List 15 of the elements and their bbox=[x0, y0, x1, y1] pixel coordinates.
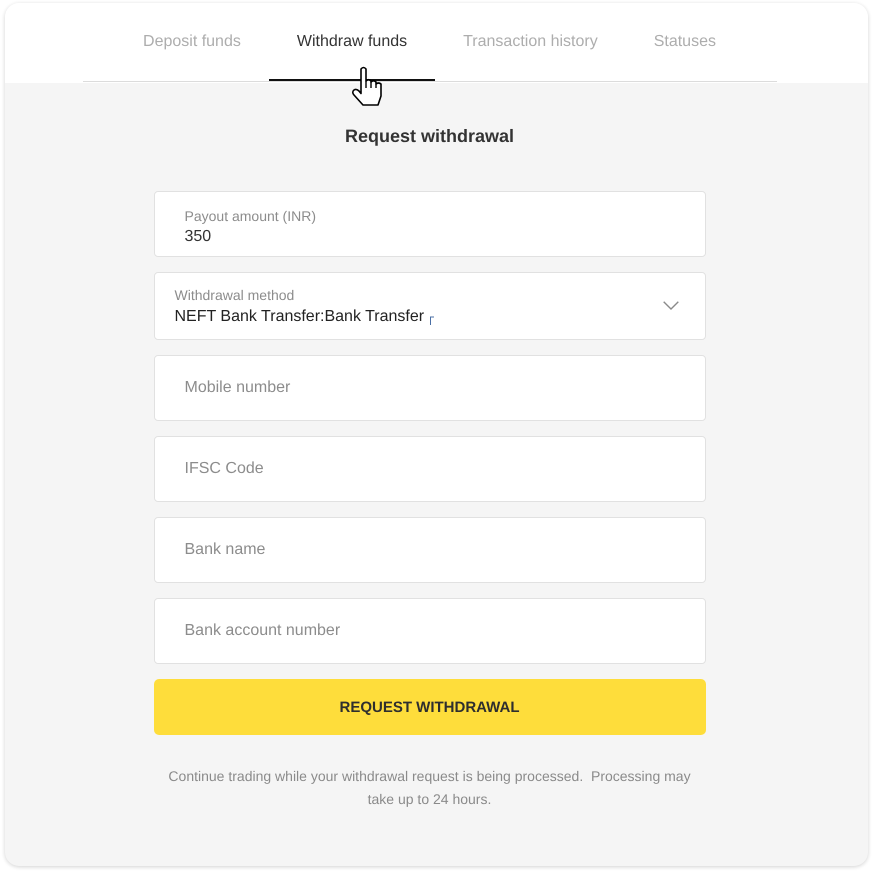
text-cursor-icon bbox=[430, 316, 434, 325]
dropdown-field[interactable]: Withdrawal method NEFT Bank Transfer:Bank Transfer bbox=[154, 272, 706, 340]
field-label: Withdrawal method bbox=[174, 286, 294, 304]
amount-value: 350 bbox=[184, 227, 212, 247]
input-field[interactable]: Mobile number bbox=[154, 355, 706, 421]
dropdown-value: NEFT Bank Transfer:Bank Transfer bbox=[174, 307, 424, 327]
chevron-down-icon bbox=[662, 301, 678, 310]
field-label: Payout amount (INR) bbox=[184, 207, 316, 225]
info-note: Continue trading while your withdrawal request is being processed. Processing may take up to 24 hours. bbox=[167, 767, 692, 809]
input-field[interactable]: IFSC Code bbox=[154, 436, 706, 502]
amount-field[interactable]: Payout amount (INR) 350 bbox=[154, 191, 706, 257]
input-field[interactable]: Bank account number bbox=[154, 598, 706, 664]
input-field[interactable]: Bank name bbox=[154, 517, 706, 583]
request-withdrawal-button[interactable]: REQUEST WITHDRAWAL bbox=[154, 679, 706, 735]
form-title: Request withdrawal bbox=[344, 125, 514, 147]
